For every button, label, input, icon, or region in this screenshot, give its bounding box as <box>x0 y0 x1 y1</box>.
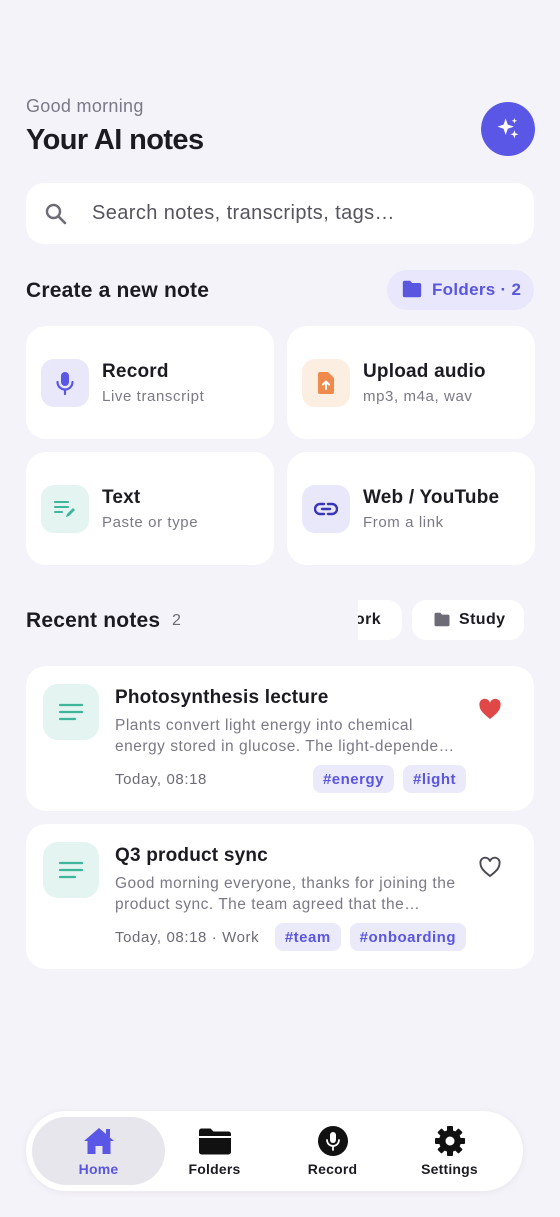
home-icon <box>82 1125 116 1157</box>
tab-record[interactable]: Record <box>275 1117 390 1185</box>
web-youtube-card-label: Web / YouTube <box>363 486 500 508</box>
tab-settings-label: Settings <box>421 1161 478 1177</box>
microphone-icon <box>41 358 89 407</box>
bottom-tab-bar: Home Folders Record Settings <box>26 1111 523 1191</box>
record-card-label: Record <box>102 360 169 382</box>
note-preview: Good morning everyone, thanks for joinin… <box>115 875 456 913</box>
note-card[interactable]: Photosynthesis lecture Plants convert li… <box>26 666 534 811</box>
tab-record-label: Record <box>307 1161 358 1177</box>
folder-icon <box>198 1125 232 1157</box>
folder-icon <box>401 279 423 301</box>
tab-folders-label: Folders <box>188 1161 241 1177</box>
text-card-label: Text <box>102 486 141 508</box>
filter-chip-work[interactable]: ork <box>358 600 402 640</box>
note-preview: Plants convert light energy into chemica… <box>115 717 453 755</box>
edit-text-icon <box>41 484 89 533</box>
gear-icon <box>433 1125 467 1157</box>
search-input[interactable]: Search notes, transcripts, tags… <box>92 202 395 225</box>
tag-chip[interactable]: #energy <box>312 765 394 793</box>
note-title: Q3 product sync <box>115 845 268 866</box>
note-lines-icon <box>43 684 99 740</box>
web-youtube-card[interactable]: Web / YouTube From a link <box>287 452 535 565</box>
note-lines-icon <box>43 842 99 898</box>
record-card-sub: Live transcript <box>102 387 205 405</box>
filter-chip-work-label: ork <box>358 611 381 628</box>
microphone-icon <box>316 1125 350 1157</box>
folder-icon <box>433 612 451 628</box>
folders-chip-label: Folders · 2 <box>432 280 522 299</box>
page-title: Your AI notes <box>26 124 204 156</box>
tab-home-label: Home <box>78 1161 119 1177</box>
note-meta: Today, 08:18 <box>115 771 207 788</box>
web-youtube-card-sub: From a link <box>363 513 444 531</box>
upload-audio-card[interactable]: Upload audio mp3, m4a, wav <box>287 326 535 439</box>
tab-home[interactable]: Home <box>32 1117 165 1185</box>
tag-chip[interactable]: #onboarding <box>349 923 466 951</box>
recent-notes-title: Recent notes <box>26 609 161 632</box>
link-icon <box>302 484 350 533</box>
upload-file-icon <box>302 358 350 407</box>
ai-assistant-button[interactable] <box>481 102 535 156</box>
tab-settings[interactable]: Settings <box>392 1117 507 1185</box>
search-bar[interactable]: Search notes, transcripts, tags… <box>26 183 534 244</box>
filter-chip-study[interactable]: Study <box>412 600 524 640</box>
note-title: Photosynthesis lecture <box>115 687 329 708</box>
greeting-text: Good morning <box>26 96 144 116</box>
filter-chip-study-label: Study <box>459 611 506 628</box>
folder-filter-scroller[interactable]: ork Study <box>358 600 560 640</box>
upload-audio-card-sub: mp3, m4a, wav <box>363 387 473 405</box>
home-screen: Good morning Your AI notes Search notes,… <box>0 0 560 1217</box>
folders-chip[interactable]: Folders · 2 <box>387 270 534 310</box>
heart-filled-icon[interactable] <box>478 698 502 720</box>
create-section-title: Create a new note <box>26 279 210 302</box>
text-card-sub: Paste or type <box>102 513 199 531</box>
tab-folders[interactable]: Folders <box>157 1117 272 1185</box>
tag-chip[interactable]: #team <box>274 923 341 951</box>
recent-notes-count: 2 <box>172 612 181 629</box>
sparkle-icon <box>497 117 519 139</box>
text-card[interactable]: Text Paste or type <box>26 452 274 565</box>
search-icon <box>44 202 68 226</box>
record-card[interactable]: Record Live transcript <box>26 326 274 439</box>
note-meta: Today, 08:18 · Work <box>115 929 260 946</box>
upload-audio-card-label: Upload audio <box>363 360 486 382</box>
heart-outline-icon[interactable] <box>478 856 502 878</box>
note-card[interactable]: Q3 product sync Good morning everyone, t… <box>26 824 534 969</box>
tag-chip[interactable]: #light <box>403 765 466 793</box>
